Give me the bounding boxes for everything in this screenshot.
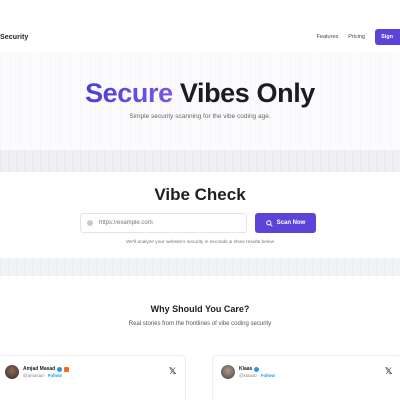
x-logo-icon: 𝕏 [169, 366, 177, 376]
why-title: Why Should You Care? [150, 304, 250, 314]
hero-subtitle: Simple security scanning for the vibe co… [129, 113, 271, 120]
tweet-handle: @klaasb · Follow [239, 373, 275, 378]
page: Security Features Pricing Sign Secure Vi… [0, 0, 400, 400]
sign-in-button[interactable]: Sign [375, 29, 400, 45]
section-divider-2 [0, 258, 400, 276]
brand-name[interactable]: Security [0, 34, 28, 41]
tweet-author: Amjad Masad [23, 366, 70, 372]
hero-title: Secure Vibes Only [0, 78, 400, 109]
tweet-author: Klaas [239, 366, 260, 372]
tweet-card[interactable]: Klaas @klaasb · Follow 𝕏 [212, 355, 400, 400]
follow-link[interactable]: Follow [48, 373, 62, 378]
avatar [221, 365, 235, 379]
top-nav: Security Features Pricing Sign [0, 22, 400, 52]
scan-now-button[interactable]: Scan Now [255, 213, 316, 233]
avatar [5, 365, 19, 379]
search-icon [265, 219, 273, 227]
nav-pricing[interactable]: Pricing [348, 34, 365, 40]
tweet-card[interactable]: Amjad Masad @amasad · Follow 𝕏 [0, 355, 186, 400]
badge-icon [64, 366, 70, 372]
nav-links: Features Pricing Sign [317, 29, 400, 45]
verified-icon [57, 366, 63, 372]
tweet-handle-text: @amasad [23, 373, 44, 378]
why-subtitle: Real stories from the frontlines of vibe… [128, 321, 272, 327]
url-field[interactable] [80, 213, 247, 233]
globe-icon [87, 220, 93, 226]
scan-now-label: Scan Now [276, 220, 306, 226]
url-input[interactable] [99, 220, 239, 226]
tweet-author-name: Amjad Masad [23, 366, 56, 372]
scan-hint: We'll analyze your website's security in… [125, 240, 275, 245]
tweet-handle: @amasad · Follow [23, 373, 62, 378]
x-logo-icon: 𝕏 [385, 366, 393, 376]
tweet-handle-text: @klaasb [239, 373, 257, 378]
hero-title-accent: Secure [85, 78, 173, 108]
vibe-check-title: Vibe Check [154, 185, 246, 204]
follow-link[interactable]: Follow [261, 373, 275, 378]
hero-title-rest: Vibes Only [172, 78, 315, 108]
verified-icon [254, 366, 260, 372]
tweet-author-name: Klaas [239, 366, 253, 372]
nav-features[interactable]: Features [317, 34, 339, 40]
